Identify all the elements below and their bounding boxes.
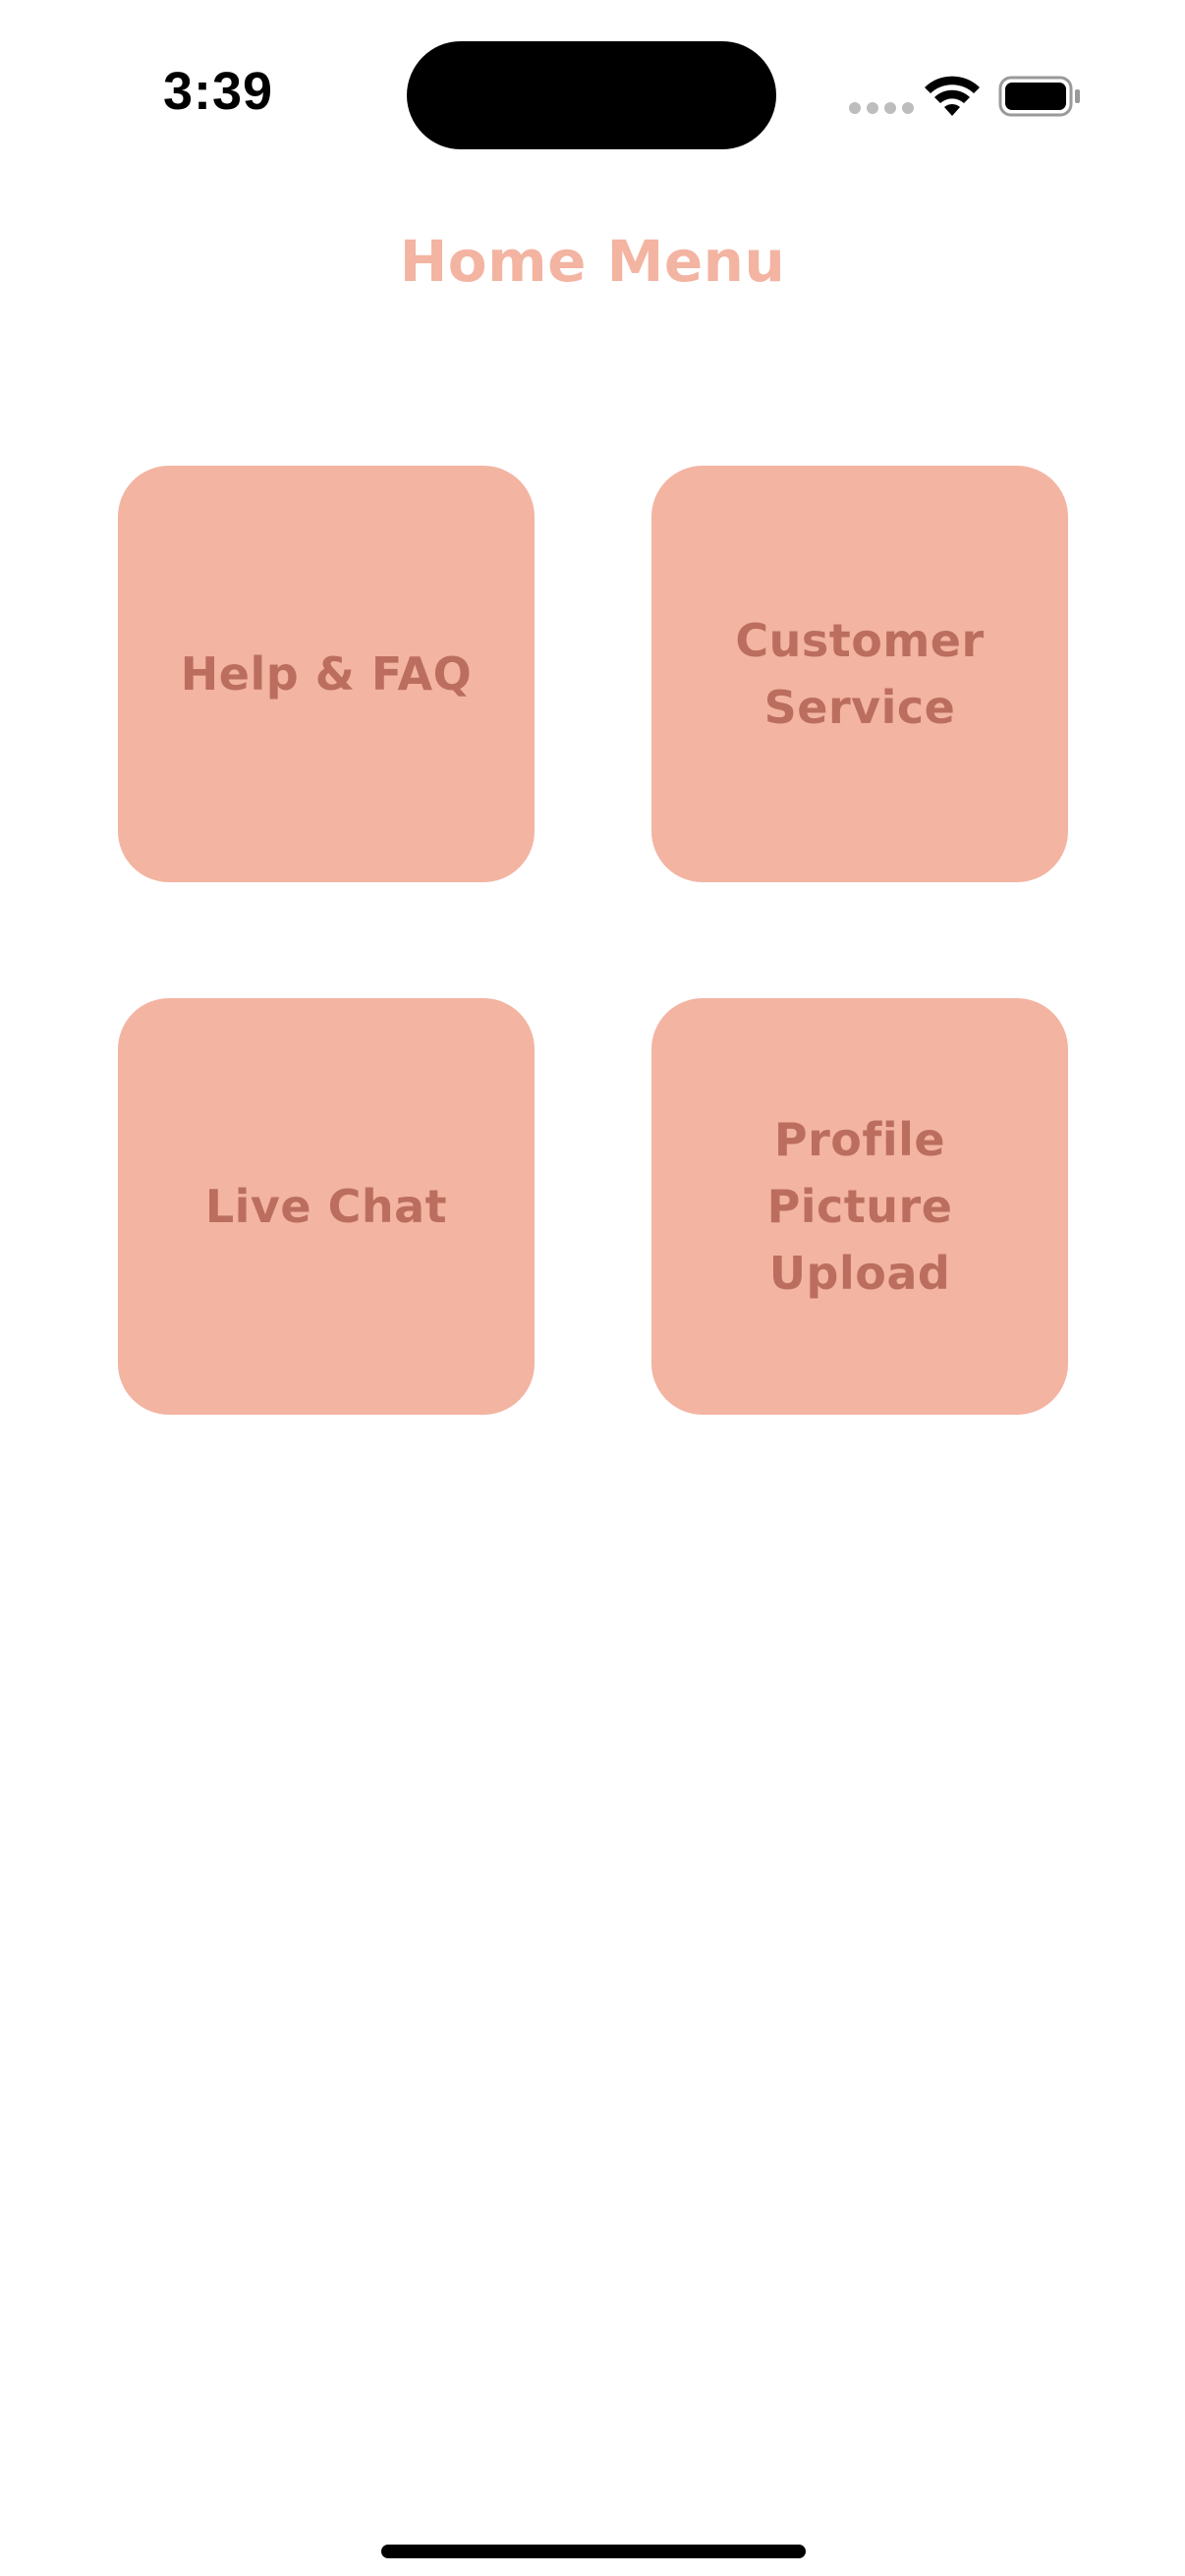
live-chat-label: Live Chat	[204, 1180, 448, 1233]
help-faq-label: Help & FAQ	[180, 647, 473, 700]
customer-service-label: Customer Service	[735, 614, 985, 734]
status-bar: 3:39	[0, 0, 1185, 167]
battery-icon	[998, 76, 1080, 117]
dynamic-island	[407, 41, 776, 149]
cellular-signal-icon	[849, 102, 914, 114]
help-faq-tile[interactable]: Help & FAQ	[118, 466, 535, 882]
page-title: Home Menu	[399, 228, 786, 295]
live-chat-tile[interactable]: Live Chat	[118, 998, 535, 1415]
profile-picture-upload-tile[interactable]: Profile Picture Upload	[651, 998, 1068, 1415]
home-indicator[interactable]	[381, 2545, 806, 2558]
customer-service-tile[interactable]: Customer Service	[651, 466, 1068, 882]
wifi-icon	[925, 76, 980, 116]
status-time: 3:39	[163, 62, 274, 121]
profile-picture-upload-label: Profile Picture Upload	[766, 1113, 953, 1300]
